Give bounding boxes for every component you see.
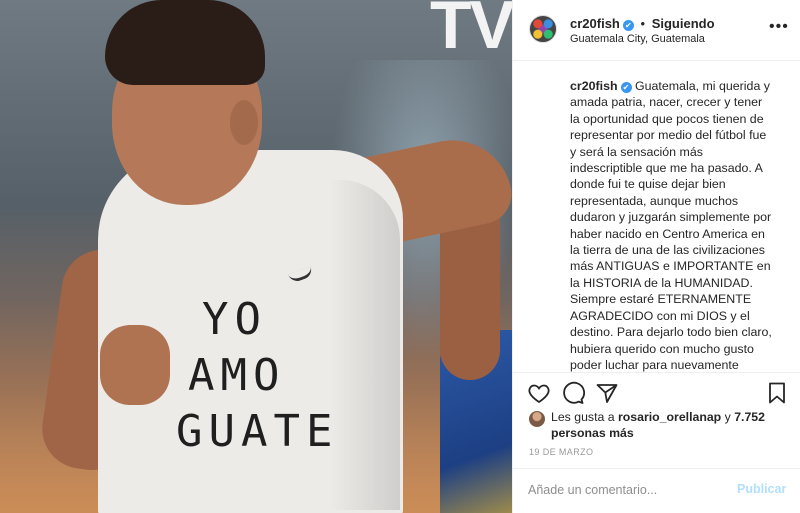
post-side-panel: cr20fish ✔ • Siguiendo Guatemala City, Gu… [512, 0, 800, 513]
likes-prefix: Les gusta a [551, 410, 618, 424]
post-caption: cr20fish ✔ Guatemala, mi querida y amada … [570, 78, 775, 372]
shirt-line-2: AMO [188, 350, 286, 401]
like-heart-icon[interactable] [527, 381, 551, 405]
avatar[interactable] [529, 15, 557, 43]
post-header: cr20fish ✔ • Siguiendo Guatemala City, Gu… [513, 0, 800, 61]
bookmark-icon[interactable] [765, 381, 789, 405]
caption-text: Guatemala, mi querida y amada patria, na… [570, 79, 772, 372]
post-date[interactable]: 19 DE MARZO [529, 447, 593, 457]
post-actions: Les gusta a rosario_orellanap y 7.752 pe… [513, 372, 800, 513]
header-user-line: cr20fish ✔ • Siguiendo [570, 16, 715, 31]
liker-username-link[interactable]: rosario_orellanap [618, 410, 721, 424]
likes-text: Les gusta a rosario_orellanap y 7.752 pe… [529, 409, 789, 441]
separator-dot: • [640, 16, 646, 31]
tv-logo: TV [430, 0, 512, 63]
caption-area[interactable]: cr20fish ✔ Guatemala, mi querida y amada … [513, 62, 800, 372]
player-hair [105, 0, 265, 85]
likes-summary: Les gusta a rosario_orellanap y 7.752 pe… [529, 409, 789, 441]
caption-username[interactable]: cr20fish [570, 79, 618, 93]
caption-verified-icon: ✔ [620, 82, 632, 93]
player-fist [100, 325, 170, 405]
comment-box: Publicar [513, 468, 800, 513]
liker-avatar[interactable] [529, 411, 545, 427]
shirt-line-3: GUATE [176, 406, 339, 457]
post-photo[interactable]: TV YO AMO GUATE [0, 0, 512, 513]
shirt-slogan: YO AMO GUATE [176, 292, 386, 460]
comment-input[interactable] [528, 483, 728, 497]
comment-icon[interactable] [561, 381, 585, 405]
publish-button[interactable]: Publicar [737, 482, 786, 496]
username-link[interactable]: cr20fish [570, 16, 620, 31]
player-ear [230, 100, 258, 145]
verified-badge-icon: ✔ [622, 20, 634, 31]
likes-middle: y [721, 410, 731, 424]
following-button[interactable]: Siguiendo [652, 16, 715, 31]
location-link[interactable]: Guatemala City, Guatemala [570, 33, 705, 45]
shirt-line-1: YO [202, 294, 267, 345]
share-icon[interactable] [595, 381, 619, 405]
more-options-icon[interactable]: ••• [769, 18, 789, 36]
